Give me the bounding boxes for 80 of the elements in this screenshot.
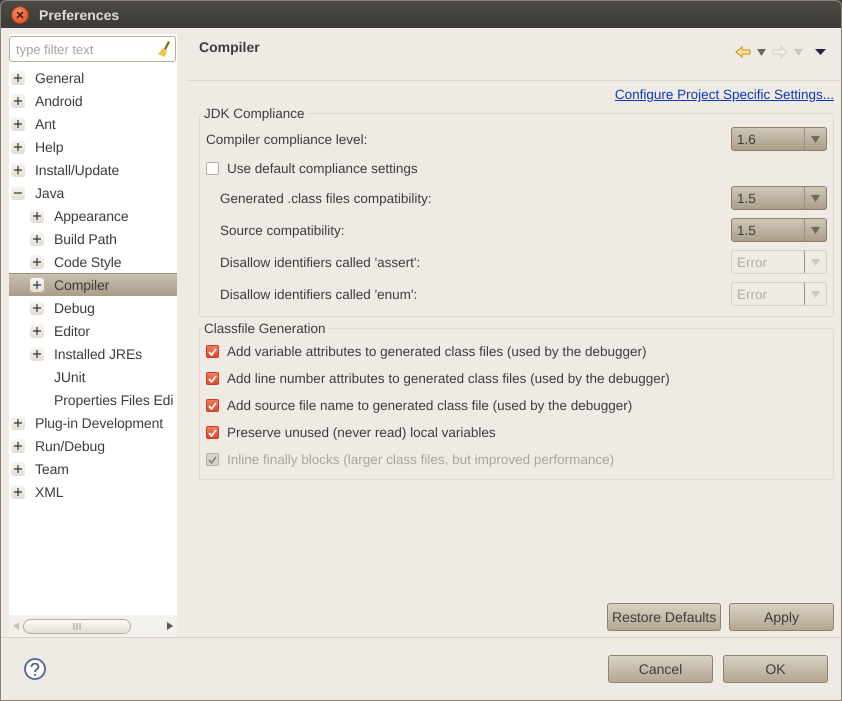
tree-item[interactable]: General <box>9 66 177 89</box>
dropdown[interactable]: 1.6 <box>731 127 827 151</box>
tree-item[interactable]: Plug-in Development <box>9 411 177 434</box>
dropdown[interactable]: 1.5 <box>731 218 827 242</box>
dropdown[interactable]: 1.5 <box>731 186 827 210</box>
expand-icon[interactable] <box>30 300 44 314</box>
expand-icon[interactable] <box>11 94 25 108</box>
window-title: Preferences <box>39 6 120 22</box>
checkbox-label: Inline finally blocks (larger class files, but improved performance) <box>227 452 614 467</box>
view-menu-icon[interactable] <box>815 49 826 55</box>
filter-field[interactable]: type filter text <box>9 36 176 62</box>
dropdown-arrow-icon <box>811 258 820 266</box>
checkbox[interactable] <box>206 345 219 358</box>
field-label: Disallow identifiers called 'assert': <box>220 254 420 270</box>
tree-item[interactable]: Run/Debug <box>9 434 177 457</box>
tree-item[interactable]: Properties Files Edi <box>9 388 177 411</box>
close-icon <box>16 10 24 18</box>
tree-item[interactable]: XML <box>9 480 177 503</box>
field-label: Disallow identifiers called 'enum': <box>220 286 418 302</box>
checkbox[interactable] <box>206 399 219 412</box>
checkbox[interactable] <box>206 162 219 175</box>
scroll-right-icon[interactable] <box>167 622 173 630</box>
expand-icon[interactable] <box>11 140 25 154</box>
ok-button[interactable]: OK <box>723 655 828 683</box>
expand-icon[interactable] <box>30 324 44 338</box>
collapse-icon[interactable] <box>11 186 25 200</box>
forward-menu-icon <box>794 48 803 56</box>
expand-icon[interactable] <box>11 162 25 176</box>
tree-item[interactable]: Android <box>9 89 177 112</box>
tree-item[interactable]: Installed JREs <box>9 342 177 365</box>
grip-icon <box>73 622 81 630</box>
expand-icon[interactable] <box>11 70 25 84</box>
tree-item[interactable]: Java <box>9 181 177 204</box>
tree-item[interactable]: Ant <box>9 112 177 135</box>
checkbox-label: Use default compliance settings <box>227 161 418 176</box>
expand-icon[interactable] <box>11 416 25 430</box>
expand-icon[interactable] <box>30 208 44 222</box>
close-button[interactable] <box>11 6 29 24</box>
group-title: JDK Compliance <box>203 106 306 121</box>
dropdown-arrow-icon <box>811 290 820 298</box>
field-label: Generated .class files compatibility: <box>220 190 432 206</box>
back-menu-icon <box>757 48 766 56</box>
expand-icon[interactable] <box>11 116 25 130</box>
tree-item[interactable]: Debug <box>9 296 177 319</box>
help-icon[interactable] <box>24 658 46 680</box>
selected-tree-item[interactable]: Compiler <box>9 273 177 296</box>
tree-item[interactable]: Build Path <box>9 227 177 250</box>
checkbox[interactable] <box>206 372 219 385</box>
tree-item[interactable]: Appearance <box>9 204 177 227</box>
apply-button[interactable]: Apply <box>729 603 834 631</box>
field-label: Compiler compliance level: <box>206 132 368 146</box>
checkbox-label: Preserve unused (never read) local variables <box>227 425 496 440</box>
checkbox-label: Add variable attributes to generated class files (used by the debugger) <box>227 344 647 359</box>
restore-defaults-button[interactable]: Restore Defaults <box>607 603 721 631</box>
tree-item[interactable]: Code Style <box>9 250 177 273</box>
broom-icon[interactable] <box>157 41 171 57</box>
expand-icon[interactable] <box>30 254 44 268</box>
horizontal-scrollbar[interactable] <box>9 615 177 637</box>
dropdown-arrow-icon <box>811 226 820 234</box>
cancel-button[interactable]: Cancel <box>608 655 713 683</box>
tree-item[interactable]: Install/Update <box>9 158 177 181</box>
tree-item[interactable]: Team <box>9 457 177 480</box>
tree-item[interactable]: Editor <box>9 319 177 342</box>
expand-icon[interactable] <box>11 438 25 452</box>
group-title: Classfile Generation <box>203 321 327 336</box>
checkbox-label: Add source file name to generated class file (used by the debugger) <box>227 398 632 413</box>
dropdown-arrow-icon <box>811 194 820 202</box>
expand-icon[interactable] <box>30 346 44 360</box>
field-label: Source compatibility: <box>220 222 345 238</box>
expand-icon[interactable] <box>11 484 25 498</box>
expand-icon[interactable] <box>30 232 44 246</box>
checkbox[interactable] <box>206 426 219 439</box>
expand-icon[interactable] <box>11 462 25 476</box>
expand-icon[interactable] <box>30 278 44 292</box>
configure-link[interactable]: Configure Project Specific Settings... <box>614 87 834 102</box>
checkbox-label: Add line number attributes to generated class files (used by the debugger) <box>227 371 670 386</box>
tree-item[interactable]: JUnit <box>9 365 177 388</box>
tree-item[interactable]: Help <box>9 135 177 158</box>
dropdown-arrow-icon <box>811 136 820 142</box>
page-title: Compiler <box>199 39 260 55</box>
